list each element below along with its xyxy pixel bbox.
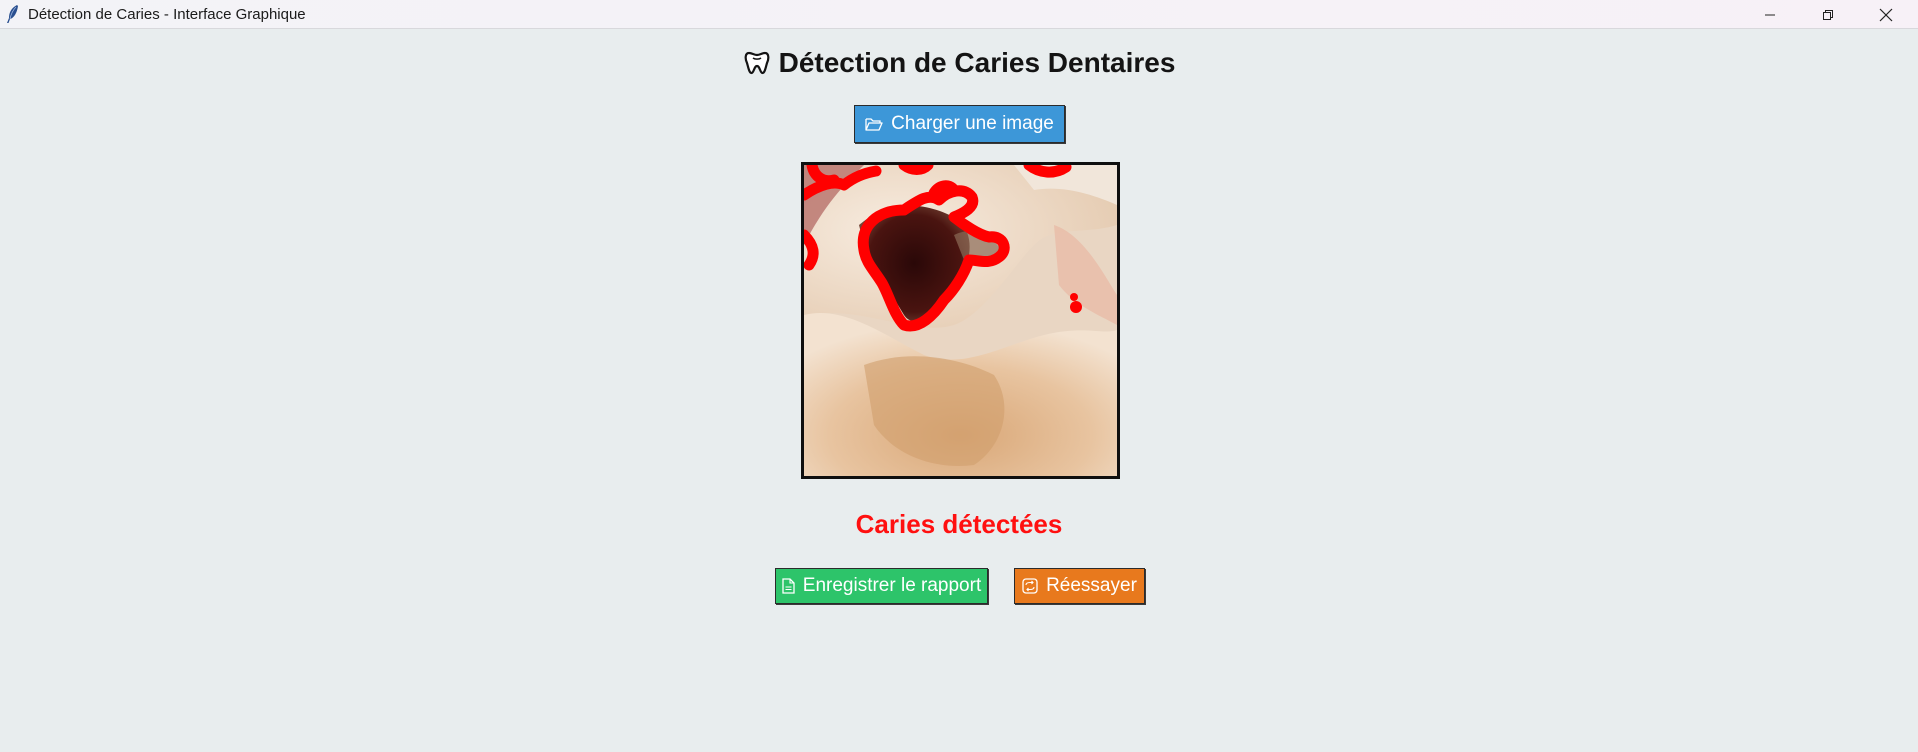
load-image-label: Charger une image: [891, 113, 1054, 134]
save-report-button[interactable]: Enregistrer le rapport: [775, 568, 988, 604]
detection-status: Caries détectées: [855, 509, 1063, 539]
window-title: Détection de Caries - Interface Graphiqu…: [28, 6, 306, 23]
page-title-text: Détection de Caries Dentaires: [778, 47, 1176, 78]
document-icon: [782, 578, 795, 594]
restore-icon: [1823, 9, 1833, 20]
retry-button[interactable]: Réessayer: [1014, 568, 1145, 604]
analyzed-image: [801, 162, 1120, 479]
retry-label: Réessayer: [1046, 575, 1137, 596]
tooth-icon: [744, 51, 769, 75]
restore-button[interactable]: [1799, 0, 1857, 29]
folder-open-icon: [865, 118, 883, 131]
window-titlebar: Détection de Caries - Interface Graphiqu…: [0, 0, 1918, 29]
load-image-button[interactable]: Charger une image: [854, 105, 1065, 143]
save-report-label: Enregistrer le rapport: [802, 575, 982, 596]
page-title: Détection de Caries Dentaires: [0, 47, 1918, 79]
close-icon: [1879, 8, 1893, 21]
main-content: Détection de Caries Dentaires Charger un…: [0, 29, 1918, 752]
close-button[interactable]: [1857, 0, 1915, 29]
minimize-icon: [1765, 14, 1775, 15]
feather-app-icon: [7, 5, 18, 23]
minimize-button[interactable]: [1741, 0, 1799, 29]
retry-icon: [1022, 578, 1038, 594]
dental-image-with-detection: [804, 165, 1117, 476]
